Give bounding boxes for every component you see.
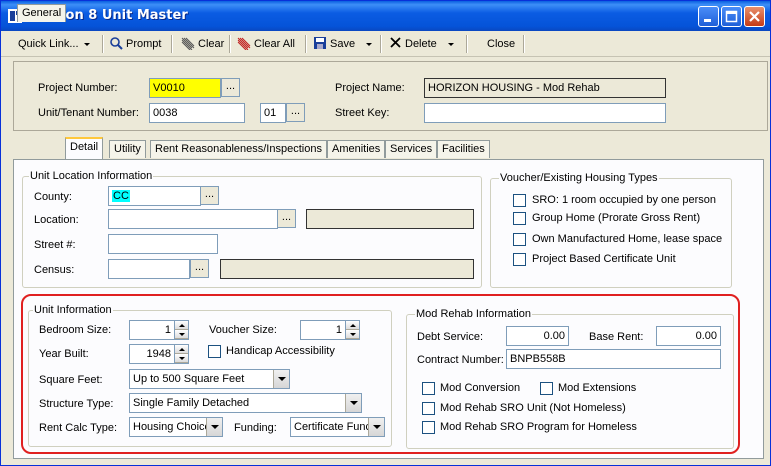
unit-tenant-label: Unit/Tenant Number: (38, 107, 139, 119)
minimize-button[interactable] (698, 6, 719, 27)
maximize-button[interactable] (721, 6, 742, 27)
unit-lookup-button[interactable]: ... (286, 103, 305, 122)
close-button[interactable]: Close (487, 36, 515, 52)
location-field[interactable] (108, 209, 278, 229)
street-number-field[interactable] (108, 234, 218, 254)
project-name-label: Project Name: (335, 82, 405, 94)
save-button[interactable]: Save (313, 36, 373, 52)
unit-location-title: Unit Location Information (29, 169, 154, 183)
manufactured-home-label: Own Manufactured Home, lease space (532, 233, 723, 245)
manufactured-home-checkbox[interactable] (513, 233, 526, 246)
title-bar[interactable]: Section 8 Unit Master (1, 1, 770, 31)
toolbar-separator (229, 35, 231, 53)
tenant-number-field[interactable]: 01 (260, 103, 286, 123)
clear-all-icon (237, 37, 251, 51)
clear-button[interactable]: Clear (180, 36, 224, 52)
tab-amenities[interactable]: Amenities (327, 140, 386, 158)
toolbar-separator (171, 35, 173, 53)
app-window: Section 8 Unit Master Quick Link... Prom… (0, 0, 771, 466)
chevron-down-icon (366, 42, 373, 46)
tab-facilities[interactable]: Facilities (437, 140, 490, 158)
toolbar-separator (305, 35, 307, 53)
chevron-down-icon (83, 42, 90, 46)
project-number-field[interactable]: V0010 (149, 78, 221, 98)
clear-all-label: Clear All (254, 38, 295, 50)
prompt-button[interactable]: Prompt (109, 36, 161, 52)
voucher-types-title: Voucher/Existing Housing Types (499, 171, 659, 185)
project-based-label: Project Based Certificate Unit (532, 253, 676, 265)
project-number-lookup-button[interactable]: ... (221, 78, 240, 97)
street-number-label: Street #: (34, 239, 76, 251)
delete-button[interactable]: Delete (389, 36, 454, 52)
location-label: Location: (34, 214, 79, 226)
census-label: Census: (34, 264, 75, 276)
census-description-field (220, 259, 474, 279)
sro-checkbox[interactable] (513, 194, 526, 207)
quick-link-button[interactable]: Quick Link... (18, 36, 90, 52)
tab-utility[interactable]: Utility (109, 140, 146, 158)
county-value: CC (112, 190, 130, 202)
toolbar-separator (523, 35, 525, 53)
county-label: County: (34, 191, 72, 203)
minimize-icon (704, 19, 711, 22)
chevron-down-icon (447, 42, 454, 46)
tab-services[interactable]: Services (385, 140, 438, 158)
toolbar-separator (466, 35, 468, 53)
broom-icon (181, 37, 195, 51)
clear-label: Clear (198, 38, 225, 50)
group-home-label: Group Home (Prorate Gross Rent) (532, 212, 701, 224)
unit-number-field[interactable]: 0038 (149, 103, 245, 123)
magnifier-icon (110, 37, 123, 50)
project-based-checkbox[interactable] (513, 253, 526, 266)
toolbar-separator (102, 35, 104, 53)
census-field[interactable] (108, 259, 190, 279)
close-window-button[interactable] (744, 6, 765, 27)
county-lookup-button[interactable]: ... (200, 186, 219, 205)
census-lookup-button[interactable]: ... (190, 259, 209, 278)
project-number-label: Project Number: (38, 82, 118, 94)
location-description-field (306, 209, 474, 229)
maximize-icon (725, 10, 738, 23)
save-label: Save (330, 38, 356, 50)
toolbar: Quick Link... Prompt Clear Clear All Sav… (1, 31, 770, 57)
tab-rent-reasonableness[interactable]: Rent Reasonableness/Inspections (150, 140, 327, 158)
county-field[interactable]: CC (108, 186, 201, 206)
toolbar-separator (380, 35, 382, 53)
street-key-field[interactable] (424, 103, 666, 123)
close-icon (749, 11, 760, 22)
project-name-field: HORIZON HOUSING - Mod Rehab (424, 78, 666, 98)
close-label: Close (487, 38, 516, 50)
tab-detail[interactable]: Detail (65, 137, 104, 159)
delete-label: Delete (405, 38, 437, 50)
highlight-annotation (21, 294, 740, 454)
prompt-label: Prompt (126, 38, 162, 50)
floppy-disk-icon (314, 37, 326, 49)
group-home-checkbox[interactable] (513, 212, 526, 225)
street-key-label: Street Key: (335, 107, 390, 119)
quick-link-label: Quick Link... (18, 38, 79, 50)
clear-all-button[interactable]: Clear All (236, 36, 295, 52)
tab-general[interactable]: General (17, 4, 67, 22)
x-icon (390, 37, 401, 48)
location-lookup-button[interactable]: ... (277, 209, 296, 228)
sro-label: SRO: 1 room occupied by one person (532, 194, 717, 206)
